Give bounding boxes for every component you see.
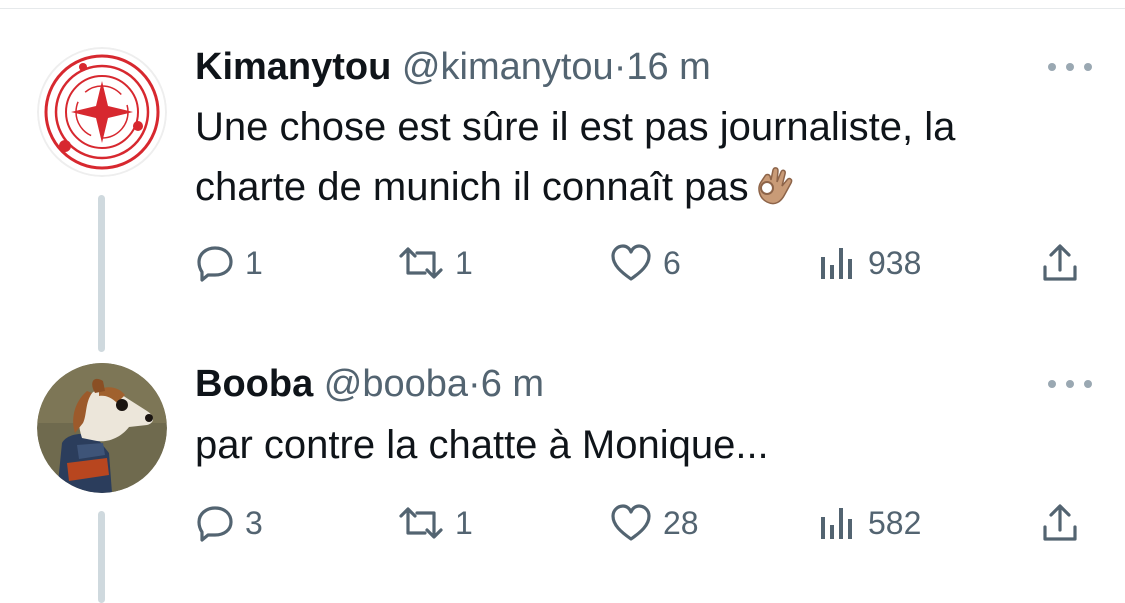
tweet-text-line: Une chose est sûre il est pas journalist… <box>195 105 956 149</box>
timestamp[interactable]: 16 m <box>626 46 710 88</box>
retweet-button[interactable]: 1 <box>397 498 473 548</box>
avatar[interactable] <box>37 47 167 177</box>
tweet-booba[interactable]: Booba @booba·6 m par contre la chatte à … <box>0 330 1125 603</box>
reply-icon <box>195 503 235 543</box>
display-name[interactable]: Booba <box>195 363 313 405</box>
retweet-icon <box>397 243 445 283</box>
heart-icon <box>609 243 653 283</box>
views-icon <box>818 243 858 283</box>
tweet-actions: 1 1 6 938 <box>0 238 1125 288</box>
views-count: 582 <box>868 504 922 541</box>
share-button[interactable] <box>1040 498 1080 548</box>
like-count: 6 <box>663 244 681 281</box>
tweet-text-line: charte de munich il connaît pas <box>195 165 749 209</box>
views-icon <box>818 503 858 543</box>
retweet-button[interactable]: 1 <box>397 238 473 288</box>
reply-count: 1 <box>245 244 263 281</box>
heart-icon <box>609 503 653 543</box>
reply-button[interactable]: 1 <box>195 238 263 288</box>
like-button[interactable]: 6 <box>609 238 681 288</box>
tweet-header: Kimanytou @kimanytou·16 m <box>195 45 711 89</box>
like-count: 28 <box>663 504 699 541</box>
reply-button[interactable]: 3 <box>195 498 263 548</box>
views-count: 938 <box>868 244 922 281</box>
tweet-actions: 3 1 28 582 <box>0 498 1125 548</box>
tweet-text-line: par contre la chatte à Monique... <box>195 423 769 467</box>
handle[interactable]: @kimanytou <box>402 46 614 88</box>
dog-portrait-painting-icon <box>37 363 167 493</box>
views-button[interactable]: 938 <box>818 238 921 288</box>
tweet-kimanytou[interactable]: Kimanytou @kimanytou·16 m Une chose est … <box>0 0 1125 352</box>
ok-hand-emoji-icon <box>753 164 797 229</box>
reply-count: 3 <box>245 504 263 541</box>
share-button[interactable] <box>1040 238 1080 288</box>
tweet-text: par contre la chatte à Monique... <box>195 415 1075 475</box>
display-name[interactable]: Kimanytou <box>195 46 391 88</box>
handle[interactable]: @booba <box>324 363 468 405</box>
red-orbit-logo-icon <box>37 47 167 177</box>
views-button[interactable]: 582 <box>818 498 921 548</box>
share-icon <box>1040 242 1080 284</box>
more-dots-icon[interactable] <box>1048 57 1092 77</box>
separator: · <box>613 46 627 88</box>
share-icon <box>1040 502 1080 544</box>
more-dots-icon[interactable] <box>1048 374 1092 394</box>
retweet-count: 1 <box>455 244 473 281</box>
tweet-header: Booba @booba·6 m <box>195 362 544 406</box>
avatar[interactable] <box>37 363 167 493</box>
separator: · <box>468 363 481 405</box>
retweet-icon <box>397 503 445 543</box>
retweet-count: 1 <box>455 504 473 541</box>
tweet-text: Une chose est sûre il est pas journalist… <box>195 97 1075 229</box>
timestamp[interactable]: 6 m <box>481 363 544 405</box>
reply-icon <box>195 243 235 283</box>
like-button[interactable]: 28 <box>609 498 699 548</box>
